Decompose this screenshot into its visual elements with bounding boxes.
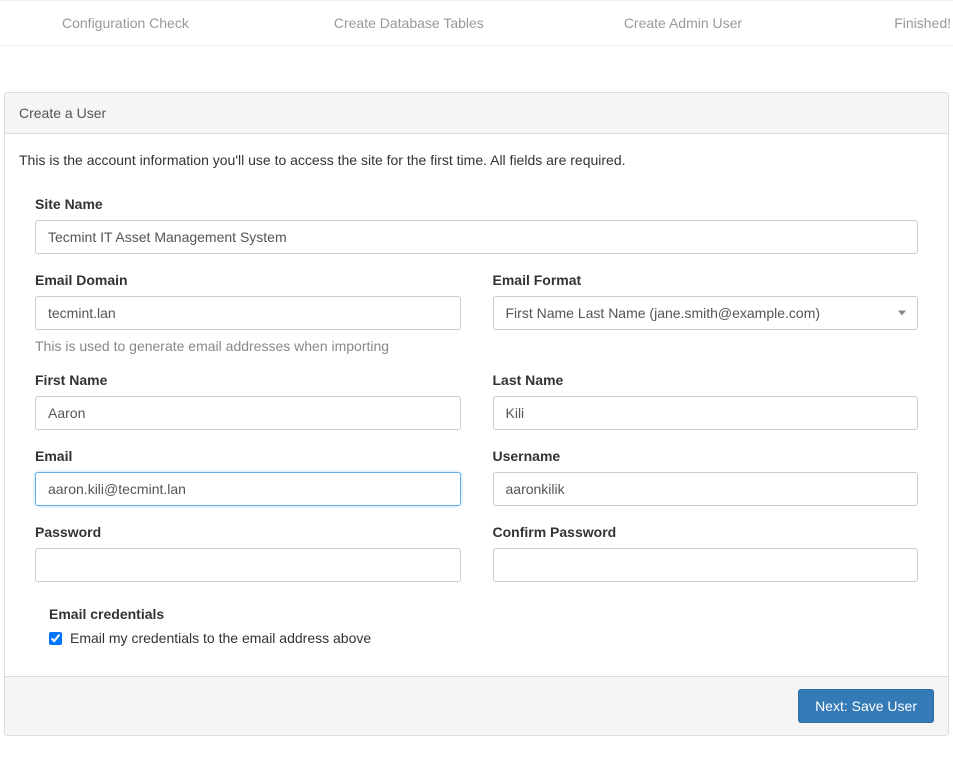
next-save-user-button[interactable]: Next: Save User xyxy=(798,689,934,723)
email-label: Email xyxy=(35,448,461,464)
confirm-password-input[interactable] xyxy=(493,548,919,582)
password-label: Password xyxy=(35,524,461,540)
email-domain-label: Email Domain xyxy=(35,272,461,288)
email-input[interactable] xyxy=(35,472,461,506)
confirm-password-label: Confirm Password xyxy=(493,524,919,540)
site-name-label: Site Name xyxy=(35,196,918,212)
username-input[interactable] xyxy=(493,472,919,506)
username-label: Username xyxy=(493,448,919,464)
first-name-input[interactable] xyxy=(35,396,461,430)
email-domain-input[interactable] xyxy=(35,296,461,330)
email-credentials-heading: Email credentials xyxy=(49,606,918,622)
panel-title: Create a User xyxy=(5,93,948,134)
step-create-admin[interactable]: Create Admin User xyxy=(624,15,742,31)
wizard-steps: Configuration Check Create Database Tabl… xyxy=(0,0,953,46)
email-credentials-checkbox[interactable] xyxy=(49,632,62,645)
email-format-label: Email Format xyxy=(493,272,919,288)
password-input[interactable] xyxy=(35,548,461,582)
panel-intro: This is the account information you'll u… xyxy=(19,152,934,168)
first-name-label: First Name xyxy=(35,372,461,388)
email-domain-help: This is used to generate email addresses… xyxy=(35,338,461,354)
site-name-input[interactable] xyxy=(35,220,918,254)
last-name-label: Last Name xyxy=(493,372,919,388)
step-config-check[interactable]: Configuration Check xyxy=(62,15,189,31)
step-create-tables[interactable]: Create Database Tables xyxy=(334,15,484,31)
email-format-select[interactable] xyxy=(493,296,919,330)
step-finished[interactable]: Finished! xyxy=(894,15,953,31)
email-credentials-label: Email my credentials to the email addres… xyxy=(70,630,371,646)
last-name-input[interactable] xyxy=(493,396,919,430)
create-user-panel: Create a User This is the account inform… xyxy=(4,92,949,736)
